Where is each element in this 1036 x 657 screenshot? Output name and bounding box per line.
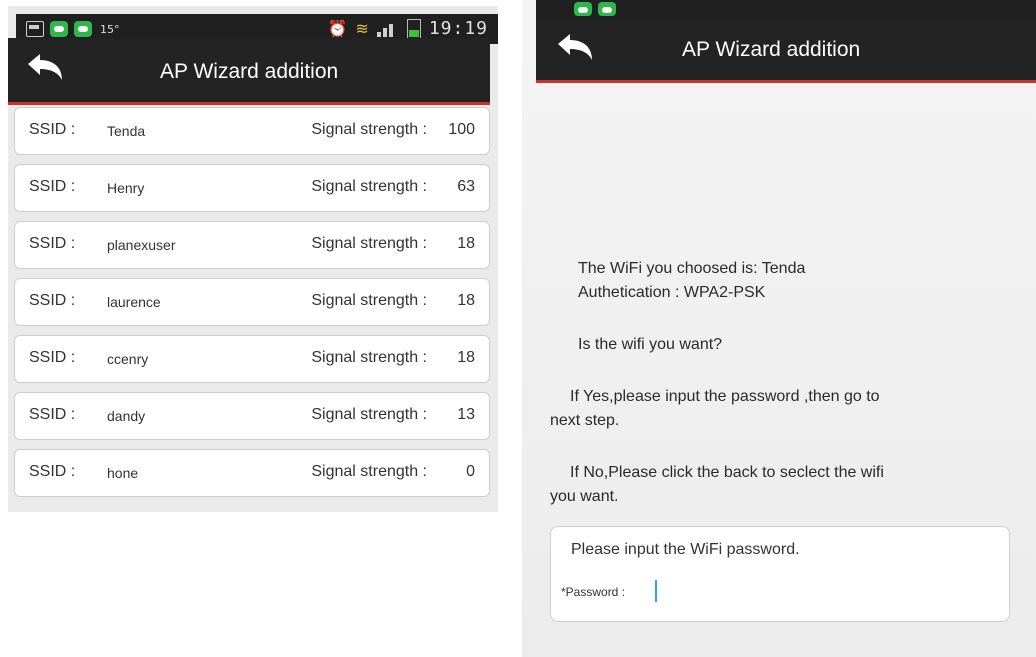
signal-strength-value: 18 — [457, 235, 475, 252]
password-input[interactable] — [651, 579, 955, 607]
page-title: AP Wizard addition — [682, 38, 861, 61]
signal-strength-value: 13 — [457, 406, 475, 423]
message-icon — [598, 2, 616, 16]
wifi-list-item[interactable]: SSID : dandy Signal strength : 13 — [14, 392, 490, 440]
authentication-text: Authetication : WPA2-PSK — [578, 284, 766, 301]
signal-strength-value: 63 — [457, 178, 475, 195]
signal-strength-value: 100 — [448, 121, 475, 138]
signal-strength-label: Signal strength : — [311, 121, 427, 138]
ssid-name: hone — [107, 465, 139, 481]
ssid-name: Henry — [107, 180, 145, 196]
yes-instruction-line1: If Yes,please input the password ,then g… — [570, 388, 880, 405]
clock-text: 19:19 — [428, 18, 488, 39]
no-instruction-line1: If No,Please click the back to seclect t… — [570, 464, 884, 481]
wifi-list-item[interactable]: SSID : hone Signal strength : 0 — [14, 449, 490, 497]
signal-icon — [376, 21, 399, 37]
ssid-label: SSID : — [29, 235, 76, 252]
action-bar: AP Wizard addition — [8, 38, 490, 105]
ssid-name: Tenda — [107, 123, 146, 139]
signal-strength-label: Signal strength : — [311, 235, 427, 252]
yes-instruction-line2: next step. — [550, 412, 620, 429]
no-instruction-line2: you want. — [550, 488, 619, 505]
ssid-label: SSID : — [29, 121, 76, 138]
ssid-name: dandy — [107, 408, 146, 424]
password-panel: Please input the WiFi password. *Passwor… — [550, 526, 1010, 622]
wifi-list: SSID : Tenda Signal strength : 100 SSID : Hen… — [14, 107, 490, 506]
signal-strength-value: 0 — [466, 463, 475, 480]
back-arrow-icon[interactable] — [26, 52, 66, 84]
signal-strength-label: Signal strength : — [311, 463, 427, 480]
battery-icon — [406, 18, 421, 39]
ssid-name: ccenry — [107, 351, 149, 367]
message-icon — [74, 21, 92, 37]
back-arrow-icon[interactable] — [556, 32, 596, 64]
ssid-label: SSID : — [29, 406, 76, 423]
signal-strength-value: 18 — [457, 292, 475, 309]
signal-strength-label: Signal strength : — [311, 292, 427, 309]
image-icon — [26, 21, 44, 37]
status-icons-right: ⏰ ≋ 19:19 — [327, 18, 488, 39]
ssid-name: laurence — [107, 294, 161, 310]
signal-strength-label: Signal strength : — [311, 349, 427, 366]
ssid-label: SSID : — [29, 463, 76, 480]
wifi-list-item[interactable]: SSID : planexuser Signal strength : 18 — [14, 221, 490, 269]
signal-strength-label: Signal strength : — [311, 178, 427, 195]
message-icon — [50, 21, 68, 37]
wifi-list-item[interactable]: SSID : laurence Signal strength : 18 — [14, 278, 490, 326]
wifi-list-item[interactable]: SSID : Henry Signal strength : 63 — [14, 164, 490, 212]
status-bar — [536, 0, 1036, 18]
wifi-icon: ≋ — [355, 19, 369, 38]
alarm-icon: ⏰ — [327, 19, 348, 38]
page-title: AP Wizard addition — [160, 60, 339, 83]
signal-strength-label: Signal strength : — [311, 406, 427, 423]
status-icons-left: 15° — [26, 20, 120, 38]
text-caret — [655, 580, 657, 602]
password-label: *Password : — [561, 585, 626, 599]
message-icon — [574, 2, 592, 16]
action-bar: AP Wizard addition — [536, 18, 1036, 83]
ssid-label: SSID : — [29, 349, 76, 366]
wifi-list-item[interactable]: SSID : ccenry Signal strength : 18 — [14, 335, 490, 383]
temperature-text: 15° — [100, 22, 120, 36]
ssid-label: SSID : — [29, 292, 76, 309]
password-hint: Please input the WiFi password. — [571, 541, 800, 558]
wifi-list-item[interactable]: SSID : Tenda Signal strength : 100 — [14, 107, 490, 155]
signal-strength-value: 18 — [457, 349, 475, 366]
ssid-label: SSID : — [29, 178, 76, 195]
confirm-question: Is the wifi you want? — [578, 336, 723, 353]
chosen-wifi-text: The WiFi you choosed is: Tenda — [578, 260, 806, 277]
ssid-name: planexuser — [107, 237, 176, 253]
